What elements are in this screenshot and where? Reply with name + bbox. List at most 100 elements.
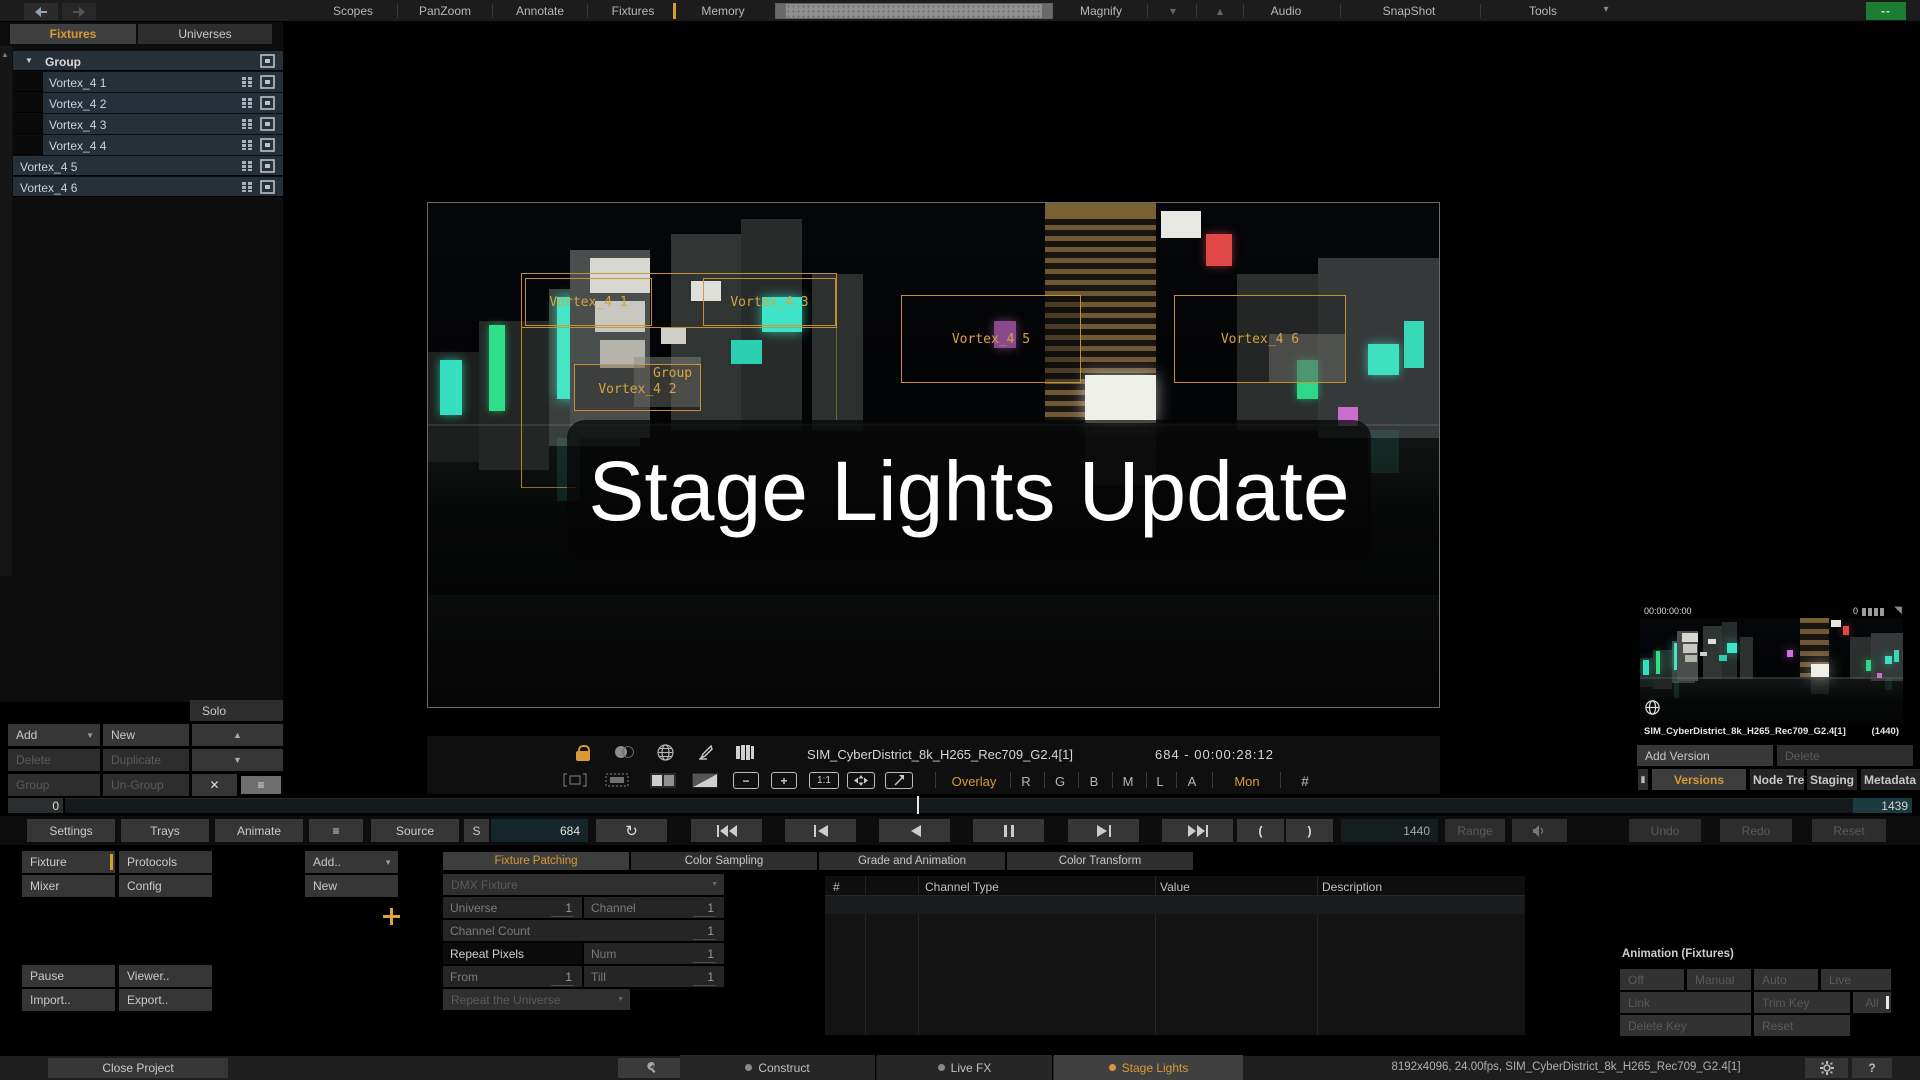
range-button[interactable]: Range — [1445, 819, 1505, 842]
loop-button[interactable]: ↻ — [596, 819, 667, 842]
list-menu-handle[interactable]: ≡ — [241, 776, 281, 794]
channel-m-toggle[interactable]: M — [1114, 774, 1142, 789]
channel-g-toggle[interactable]: G — [1046, 774, 1074, 789]
channel-field[interactable]: Channel 1 — [584, 897, 724, 918]
tab-metadata[interactable]: Metadata — [1861, 769, 1920, 790]
channel-b-toggle[interactable]: B — [1080, 774, 1108, 789]
mixer-tab-button[interactable]: Mixer — [22, 875, 115, 897]
compare-icon[interactable] — [615, 746, 633, 760]
pause-engine-button[interactable]: Pause — [22, 965, 115, 987]
back-button[interactable] — [24, 3, 58, 20]
menu-item-tools[interactable]: Tools — [1518, 4, 1568, 18]
settings-gear-button[interactable] — [1805, 1058, 1848, 1078]
dual-view-icon[interactable] — [650, 773, 676, 788]
zoom-in-caret-icon[interactable]: ▴ — [1210, 4, 1230, 18]
tab-color-transform[interactable]: Color Transform — [1007, 852, 1193, 870]
tree-row-group[interactable]: ▼ Group — [13, 51, 283, 71]
timeline-track[interactable] — [65, 798, 1853, 813]
safe-area-icon[interactable] — [563, 773, 587, 787]
fit-view-button[interactable] — [847, 772, 875, 789]
viewport[interactable]: Vortex_4 1 Vortex_4 3 Vortex_4 2 Group V… — [427, 202, 1440, 708]
anim-live-button[interactable]: Live — [1821, 969, 1891, 990]
move-up-button[interactable]: ▲ — [192, 724, 283, 746]
skip-to-end-button[interactable] — [1162, 819, 1233, 842]
tree-row[interactable]: Vortex_4 6 — [13, 177, 283, 197]
anim-link-button[interactable]: Link — [1620, 992, 1751, 1013]
till-field[interactable]: Till 1 — [584, 966, 724, 987]
tree-scrollbar[interactable]: ▲ — [0, 46, 12, 576]
tree-row[interactable]: Vortex_4 5 — [13, 156, 283, 176]
num-field[interactable]: Num 1 — [584, 943, 724, 964]
timeline-playhead[interactable] — [917, 796, 919, 814]
anim-trim-key-button[interactable]: Trim Key — [1754, 992, 1850, 1013]
patch-grid-icon[interactable] — [241, 118, 254, 130]
menu-item-memory[interactable]: Memory — [690, 4, 756, 18]
menu-item-snapshot[interactable]: SnapShot — [1372, 4, 1446, 18]
pause-button[interactable] — [973, 819, 1044, 842]
monitor-icon[interactable] — [260, 180, 275, 194]
tab-construct[interactable]: Construct — [680, 1055, 876, 1080]
monitor-icon[interactable] — [260, 138, 275, 152]
anim-all-button[interactable]: All — [1853, 992, 1891, 1013]
tab-live-fx[interactable]: Live FX — [877, 1055, 1053, 1080]
timeline-start-field[interactable]: 0 — [8, 798, 63, 813]
forward-button[interactable] — [62, 3, 96, 20]
zoom-1to1-button[interactable]: 1:1 — [809, 772, 839, 789]
preview-globe-icon[interactable] — [1645, 700, 1660, 715]
config-tab-button[interactable]: Config — [119, 875, 212, 897]
tree-collapse-icon[interactable]: ▼ — [25, 56, 33, 65]
tree-row[interactable]: Vortex_4 1 — [13, 72, 283, 92]
tree-row[interactable]: Vortex_4 3 — [13, 114, 283, 134]
fixture-box-vortex41[interactable]: Vortex_4 1 — [525, 278, 652, 326]
undo-button[interactable]: Undo — [1629, 819, 1701, 842]
source-button[interactable]: Source — [371, 819, 459, 842]
repeat-pixels-toggle[interactable]: Repeat Pixels — [443, 943, 582, 964]
delete-button[interactable]: Delete — [8, 749, 100, 771]
anim-manual-button[interactable]: Manual — [1687, 969, 1751, 990]
help-button[interactable]: ? — [1852, 1058, 1892, 1078]
channel-a-toggle[interactable]: A — [1178, 774, 1206, 789]
tab-stage-lights[interactable]: Stage Lights — [1054, 1055, 1243, 1080]
lock-icon[interactable] — [576, 745, 590, 761]
tab-fixtures[interactable]: Fixtures — [10, 24, 136, 44]
patch-grid-icon[interactable] — [241, 181, 254, 193]
fixture-box-vortex46[interactable]: Vortex_4 6 — [1174, 295, 1346, 383]
import-button[interactable]: Import.. — [22, 989, 115, 1011]
tab-color-sampling[interactable]: Color Sampling — [631, 852, 817, 870]
clear-selection-button[interactable]: ✕ — [192, 774, 237, 796]
anim-off-button[interactable]: Off — [1620, 969, 1684, 990]
tab-universes[interactable]: Universes — [138, 24, 272, 44]
monitor-icon[interactable] — [260, 75, 275, 89]
monitor-icon[interactable] — [260, 117, 275, 131]
tree-row[interactable]: Vortex_4 4 — [13, 135, 283, 155]
repeat-universe-dropdown[interactable]: Repeat the Universe ▼ — [443, 989, 630, 1010]
audio-mute-button[interactable] — [1512, 819, 1567, 842]
add-fixture-button[interactable]: Add.. ▼ — [305, 851, 398, 873]
anim-reset-button[interactable]: Reset — [1754, 1015, 1850, 1036]
universe-field[interactable]: Universe 1 — [443, 897, 582, 918]
letterbox-icon[interactable] — [605, 773, 629, 787]
dmx-fixture-dropdown[interactable]: DMX Fixture ▼ — [443, 874, 724, 895]
duplicate-button[interactable]: Duplicate — [103, 749, 189, 771]
toolset-button[interactable] — [618, 1058, 680, 1078]
tab-versions[interactable]: Versions — [1652, 769, 1746, 790]
previous-frame-button[interactable] — [785, 819, 856, 842]
viewer-window-button[interactable]: Viewer.. — [119, 965, 212, 987]
menu-item-magnify[interactable]: Magnify — [1068, 4, 1134, 18]
monitor-icon[interactable] — [260, 159, 275, 173]
from-field[interactable]: From 1 — [443, 966, 582, 987]
timeline-end-field[interactable]: 1439 — [1853, 798, 1912, 813]
grid-toggle[interactable]: # — [1292, 773, 1318, 789]
tree-row[interactable]: Vortex_4 2 — [13, 93, 283, 113]
add-version-button[interactable]: Add Version — [1637, 745, 1773, 766]
animate-button[interactable]: Animate — [215, 819, 303, 842]
move-down-button[interactable]: ▼ — [192, 749, 283, 771]
tab-node-tree[interactable]: Node Tree — [1750, 769, 1804, 790]
patch-grid-icon[interactable] — [241, 160, 254, 172]
loop-in-button[interactable]: ( — [1237, 819, 1284, 842]
settings-button[interactable]: Settings — [27, 819, 115, 842]
fixture-box-vortex43[interactable]: Vortex_4 3 — [703, 278, 836, 326]
total-frames-field[interactable]: 1440 — [1341, 819, 1438, 842]
split-view-icon[interactable] — [692, 773, 718, 788]
loop-out-button[interactable]: ) — [1286, 819, 1333, 842]
